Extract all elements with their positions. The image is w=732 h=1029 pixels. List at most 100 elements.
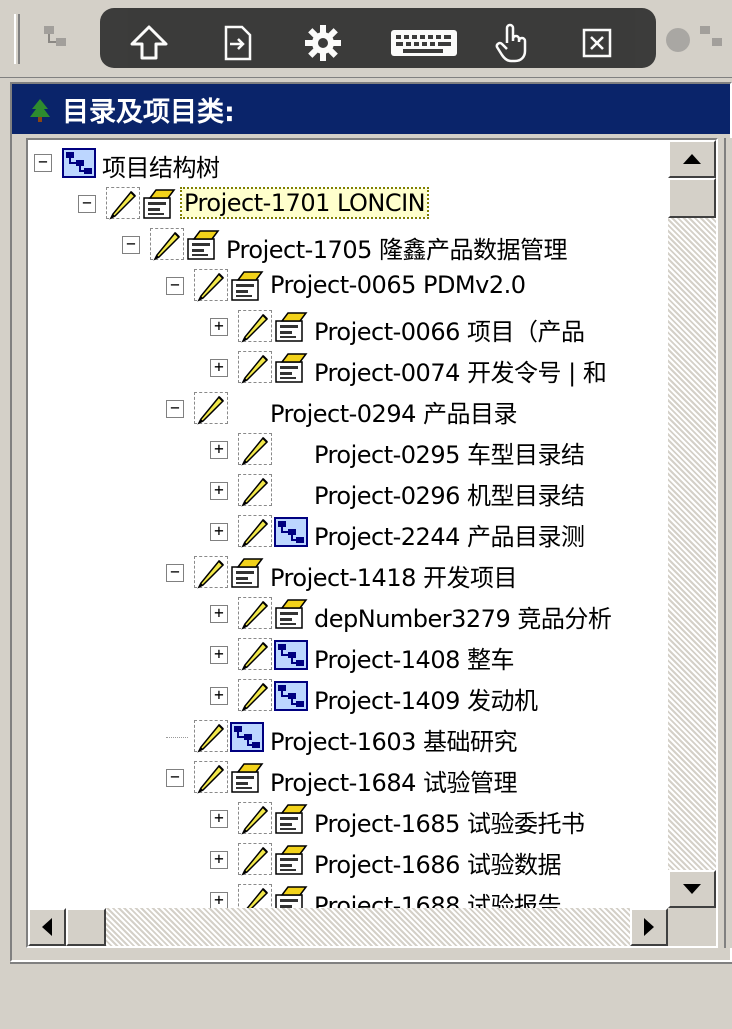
tree-node[interactable]: + Project-1688 试验报告 (28, 882, 668, 908)
toolbar-grip[interactable] (14, 14, 20, 64)
collapse-node-icon[interactable]: − (166, 769, 184, 787)
tree-node-label: Project-1408 整车 (314, 646, 514, 674)
hscroll-thumb[interactable] (66, 908, 106, 946)
edit-indicator (194, 392, 228, 425)
tree-node[interactable]: + Project-0296 机型目录结 (28, 472, 668, 510)
collapse-node-icon[interactable]: − (166, 277, 184, 295)
globe-toolbar-icon[interactable] (660, 22, 696, 58)
tree-node[interactable]: + Project-1685 试验委托书 (28, 800, 668, 838)
scroll-up-button[interactable] (668, 140, 716, 178)
keyboard-button[interactable] (384, 22, 464, 64)
left-triangle-icon (42, 918, 52, 936)
pencil-icon (241, 641, 269, 671)
up-arrow-icon (130, 25, 168, 60)
scroll-thumb[interactable] (668, 178, 716, 218)
expand-node-icon[interactable]: + (210, 318, 228, 336)
edit-indicator (238, 351, 272, 384)
scroll-right-button[interactable] (630, 908, 668, 946)
tree-node[interactable]: − Project-1705 隆鑫产品数据管理 (28, 226, 668, 264)
collapse-node-icon[interactable]: − (122, 236, 140, 254)
up-triangle-icon (683, 154, 701, 164)
scroll-down-button[interactable] (668, 870, 716, 908)
expand-node-icon[interactable]: + (210, 851, 228, 869)
expand-node-icon[interactable]: + (210, 646, 228, 664)
collapse-node-icon[interactable]: − (34, 154, 52, 172)
document-button[interactable] (210, 22, 264, 64)
structure-tree-icon (274, 681, 308, 711)
keyboard-icon (391, 30, 457, 56)
collapse-node-icon[interactable]: − (78, 195, 96, 213)
pencil-icon (246, 887, 269, 908)
edit-indicator (238, 597, 272, 630)
tree-node-label: Project-1686 试验数据 (314, 851, 561, 879)
tree-node-label: Project-1685 试验委托书 (314, 810, 585, 838)
tree-node[interactable]: + depNumber3279 竞品分析 (28, 595, 668, 633)
project-folder-icon (231, 558, 264, 588)
expand-node-icon[interactable]: + (210, 892, 228, 908)
hand-pointer-button[interactable] (486, 22, 540, 64)
horizontal-scrollbar[interactable] (28, 908, 668, 946)
tree-node[interactable]: − Project-1418 开发项目 (28, 554, 668, 592)
edit-indicator (194, 269, 228, 302)
tree-node[interactable]: + Project-0074 开发令号 | 和 (28, 349, 668, 387)
project-folder-icon (143, 189, 176, 219)
tree-node[interactable]: − Project-1684 试验管理 (28, 759, 668, 797)
structure-tree-icon (230, 722, 264, 752)
tree-node[interactable]: + Project-1409 发动机 (28, 677, 668, 715)
expand-node-icon[interactable]: + (210, 687, 228, 705)
expand-node-icon[interactable]: + (210, 605, 228, 623)
tree-toolbar-icon[interactable] (40, 22, 76, 58)
edit-indicator (194, 720, 228, 753)
tree-content: − 项目结构树 − Project-1701 LONCIN − Project-1705 … (28, 140, 668, 908)
tree-toolbar-icon-2[interactable] (696, 22, 732, 58)
vertical-scrollbar[interactable] (668, 140, 716, 908)
splitter-edge[interactable] (724, 138, 732, 948)
pencil-icon (241, 600, 269, 630)
expand-node-icon[interactable]: + (210, 810, 228, 828)
tree-node-label: Project-0065 PDMv2.0 (270, 271, 526, 299)
edit-indicator (194, 556, 228, 589)
edit-indicator (238, 433, 272, 466)
pencil-icon (241, 846, 269, 876)
structure-tree-icon (274, 640, 308, 670)
close-overlay-button[interactable] (570, 22, 624, 64)
up-arrow-button[interactable] (122, 22, 176, 64)
collapse-node-icon[interactable]: − (166, 400, 184, 418)
tree-node[interactable]: + Project-0066 项目（产品 (28, 308, 668, 346)
tree-node-label: Project-0294 产品目录 (270, 400, 517, 428)
tree-node[interactable]: − Project-1701 LONCIN (28, 185, 668, 223)
structure-tree-icon (62, 148, 96, 178)
pencil-icon (241, 682, 269, 712)
tree-node[interactable]: − Project-0294 产品目录 (28, 390, 668, 428)
project-folder-icon (275, 804, 308, 834)
panel-title: 目录及项目类: (62, 96, 235, 128)
edit-indicator (194, 761, 228, 794)
project-folder-icon (187, 230, 220, 260)
tree-connector (166, 737, 188, 738)
settings-button[interactable] (296, 22, 350, 64)
pencil-icon (241, 354, 269, 384)
tree-node[interactable]: + Project-1408 整车 (28, 636, 668, 674)
tree-node[interactable]: Project-1603 基础研究 (28, 718, 668, 756)
tree-node[interactable]: + Project-2244 产品目录测 (28, 513, 668, 551)
expand-node-icon[interactable]: + (210, 523, 228, 541)
collapse-node-icon[interactable]: − (166, 564, 184, 582)
tree-node-label: Project-0074 开发令号 | 和 (314, 359, 607, 387)
project-folder-icon (275, 886, 308, 908)
project-tree[interactable]: − 项目结构树 − Project-1701 LONCIN − Project-1705 … (26, 138, 718, 948)
project-folder-icon (275, 845, 308, 875)
expand-node-icon[interactable]: + (210, 359, 228, 377)
tree-node[interactable]: + Project-0295 车型目录结 (28, 431, 668, 469)
edit-indicator (238, 679, 272, 712)
expand-node-icon[interactable]: + (210, 441, 228, 459)
scroll-left-button[interactable] (28, 908, 66, 946)
expand-node-icon[interactable]: + (210, 482, 228, 500)
tree-root-label: 项目结构树 (102, 154, 220, 182)
tree-node[interactable]: + Project-1686 试验数据 (28, 841, 668, 879)
panel-title-bar: 目录及项目类: (12, 84, 730, 134)
edit-indicator (238, 884, 272, 908)
remote-control-overlay (100, 8, 656, 68)
tree-root-node[interactable]: − 项目结构树 (28, 144, 668, 182)
project-folder-icon (275, 353, 308, 383)
tree-node[interactable]: − Project-0065 PDMv2.0 (28, 267, 668, 305)
